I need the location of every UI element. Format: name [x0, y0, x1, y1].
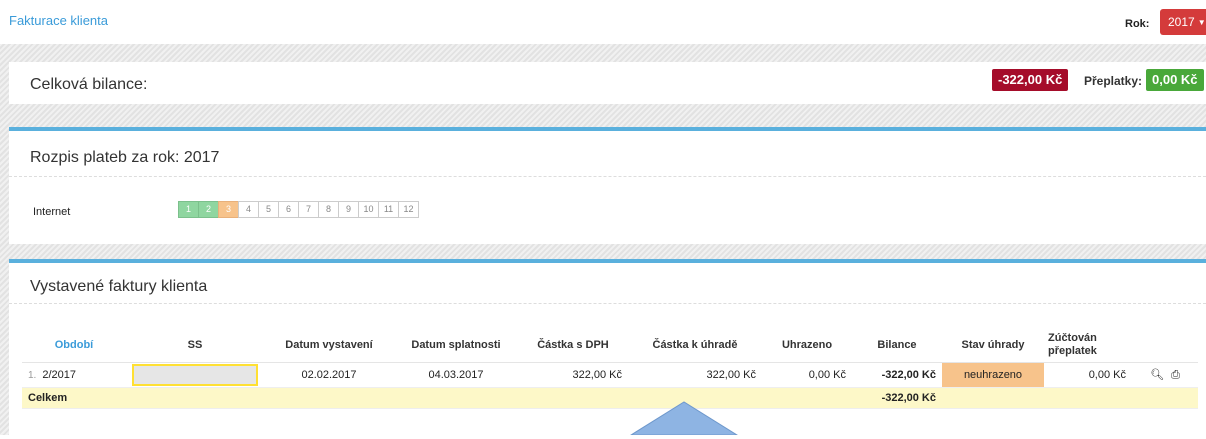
callout-arrow	[630, 401, 738, 435]
